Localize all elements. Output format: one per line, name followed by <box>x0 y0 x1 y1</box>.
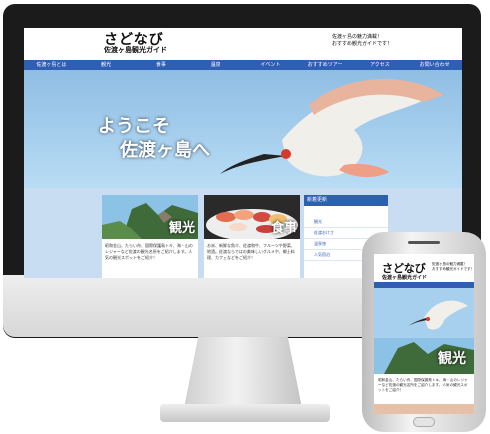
phone-card-text: 昭和金山、たらい舟、国際保護鳥トキ、海・山のレジャーなど佐渡の観光名所をご紹介し… <box>378 378 468 392</box>
hero-banner <box>24 70 462 188</box>
card-food-text: お米、新鮮な魚介、佐渡和牛、フルーツや野菜、地酒。佐渡ならではの美味しいグルメや… <box>207 243 295 260</box>
site-logo-subtitle: 佐渡ヶ島観光ガイド <box>104 46 167 54</box>
card-food-label: 食事 <box>270 221 297 236</box>
phone-card-label: 観光 <box>438 351 466 367</box>
ibis-bird-image <box>220 78 444 178</box>
hero-heading-line1: ようこそ <box>98 116 170 137</box>
site-tagline: 佐渡ヶ島の魅力満載！ おすすめ観光ガイドです！ <box>332 34 393 47</box>
phone-next-card-photo <box>374 404 474 414</box>
nav-item-about[interactable]: 佐渡ヶ島とは <box>24 60 79 70</box>
card-sightseeing-label: 観光 <box>168 221 195 236</box>
card-sightseeing-text: 昭和金山、たらい舟、国際保護鳥トキ、海・山のレジャーなど佐渡の観光名所をご紹介し… <box>105 243 193 260</box>
monitor-base <box>160 404 330 422</box>
phone-hero-image <box>374 288 474 338</box>
card-sightseeing[interactable]: 観光 昭和金山、たらい舟、国際保護鳥トキ、海・山のレジャーなど佐渡の観光名所をご… <box>102 195 198 278</box>
card-food[interactable]: 食事 お米、新鮮な魚介、佐渡和牛、フルーツや野菜、地酒。佐渡ならではの美味しいグ… <box>204 195 300 278</box>
nav-item-food[interactable]: 食事 <box>134 60 189 70</box>
nav-item-tours[interactable]: おすすめツアー <box>298 60 353 70</box>
site-header: さどなび 佐渡ヶ島観光ガイド 佐渡ヶ島の魅力満載！ おすすめ観光ガイドです！ <box>24 28 462 60</box>
phone-speaker <box>408 241 440 244</box>
hero-heading-line2: 佐渡ヶ島へ <box>120 140 210 161</box>
nav-item-events[interactable]: イベント <box>243 60 298 70</box>
nav-item-sightseeing[interactable]: 観光 <box>79 60 134 70</box>
sidebar-item-sightseeing[interactable]: 観光 <box>304 217 388 228</box>
phone-home-button[interactable] <box>413 417 435 427</box>
phone-tagline: 佐渡ヶ島の魅力満載！ おすすめ観光ガイドです！ <box>432 262 474 271</box>
phone-logo-subtitle: 佐渡ヶ島観光ガイド <box>382 275 428 281</box>
nav-item-onsen[interactable]: 温泉 <box>188 60 243 70</box>
sidebar-title: 新着更新 <box>304 195 388 206</box>
nav-item-contact[interactable]: お問い合わせ <box>407 60 462 70</box>
phone-screen: さどなび 佐渡ヶ島観光ガイド 佐渡ヶ島の魅力満載！ おすすめ観光ガイドです！ 観… <box>374 254 474 414</box>
nav-item-access[interactable]: アクセス <box>353 60 408 70</box>
monitor-stand <box>184 337 302 407</box>
global-nav: 佐渡ヶ島とは 観光 食事 温泉 イベント おすすめツアー アクセス お問い合わせ <box>24 60 462 70</box>
